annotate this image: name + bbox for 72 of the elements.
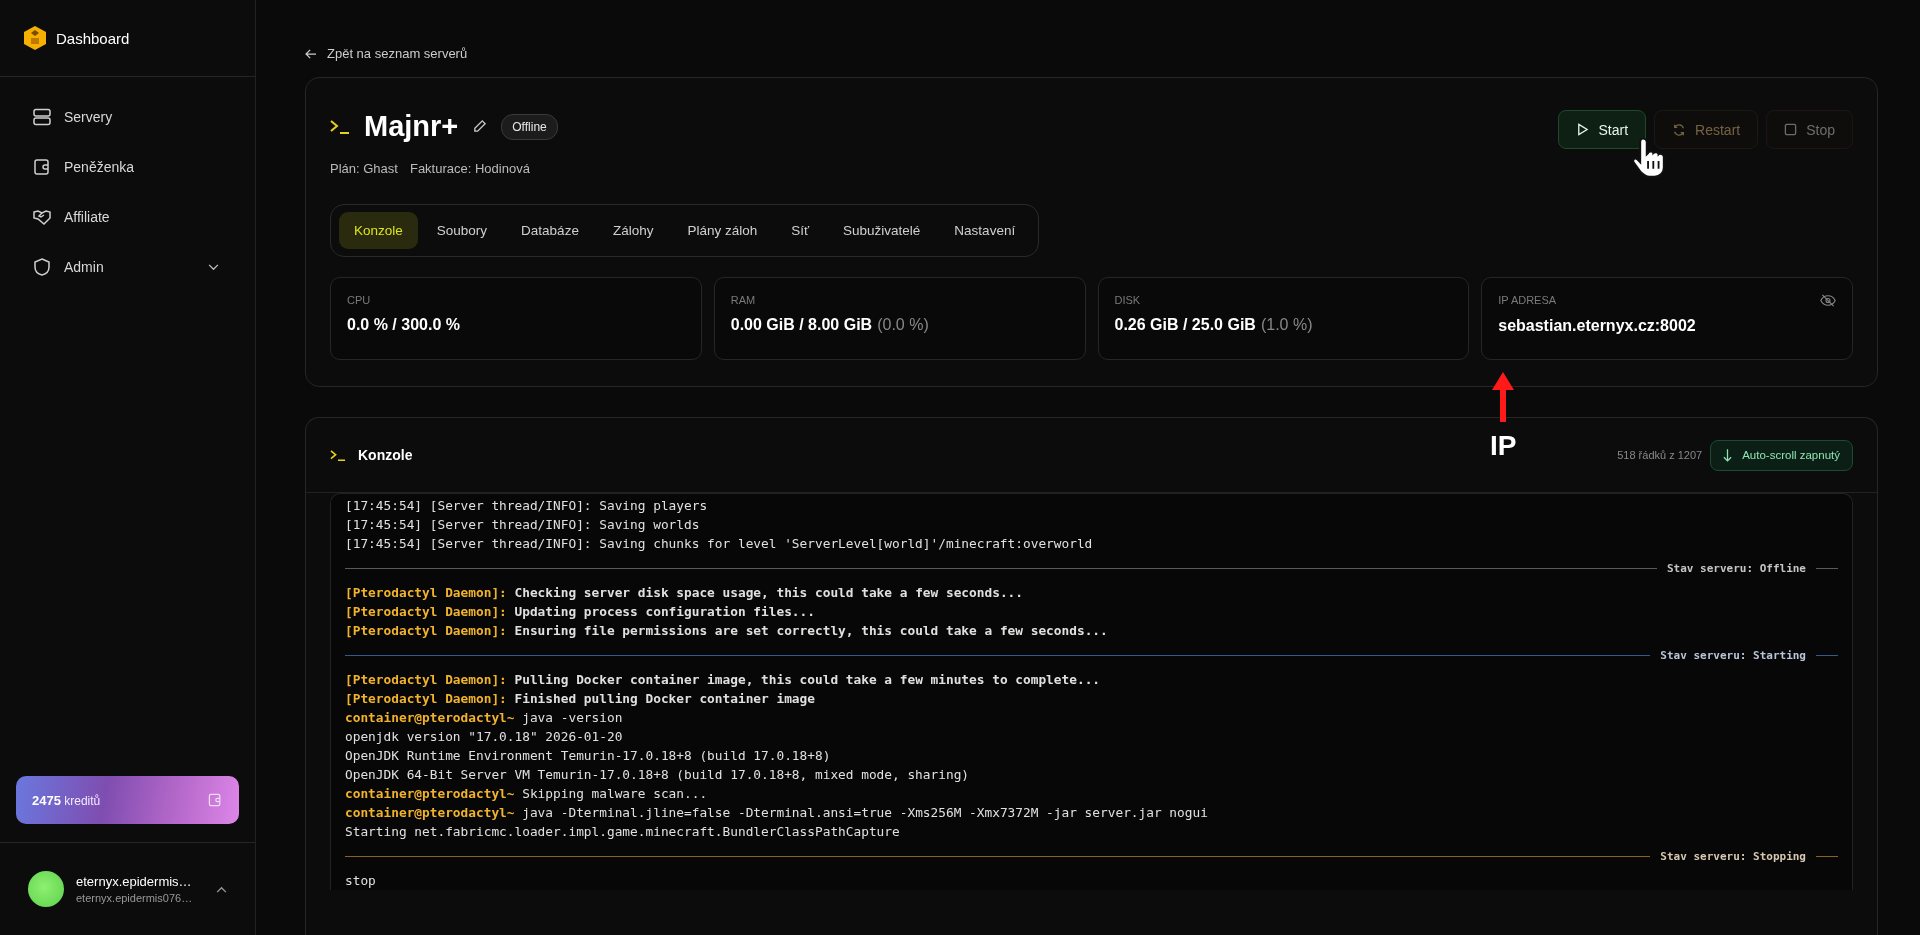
shield-icon: [32, 257, 52, 277]
console-line: OpenJDK 64-Bit Server VM Temurin-17.0.18+8 (build 17.0.18+8, mixed mode, sharing): [345, 766, 971, 784]
user-email: eternyx.epidermis076…: [76, 892, 194, 904]
stat-value: 0.00 GiB / 8.00 GiB (0.0 %): [730, 316, 930, 334]
nav-item[interactable]: Affiliate: [18, 195, 237, 239]
credits-card[interactable]: 2475 kreditů: [16, 776, 239, 824]
nav-item[interactable]: Admin: [18, 245, 237, 289]
status-badge: Offline: [501, 113, 558, 140]
console-line: OpenJDK Runtime Environment Temurin-17.0.18+8 (build 17.0.18+8): [345, 747, 832, 765]
billing-text: Fakturace: Hodinová: [409, 161, 530, 176]
console-line: [Pterodactyl Daemon]: Finished pulling Docker container image: [345, 690, 816, 708]
credits-amount: 2475 kreditů: [32, 792, 101, 808]
plan-text: Plán: Ghast: [330, 161, 398, 176]
console-line: [Pterodactyl Daemon]: Updating process configuration files...: [345, 603, 816, 621]
server-stack-icon: [32, 107, 52, 127]
annotation-label: IP: [1490, 430, 1517, 462]
user-name: eternyx.epidermis…: [76, 874, 193, 889]
back-link[interactable]: Zpět na seznam serverů: [305, 46, 468, 61]
tab[interactable]: Konzole: [339, 212, 418, 249]
eye-off-icon[interactable]: [1820, 294, 1836, 307]
autoscroll-button[interactable]: Auto-scroll zapnutý: [1710, 439, 1853, 471]
console-line: [17:45:54] [Server thread/INFO]: Saving worlds: [345, 516, 701, 534]
logo-icon: [24, 26, 46, 50]
console-line: [17:45:54] [Server thread/INFO]: Saving players: [345, 497, 709, 515]
stat-value: 0.26 GiB / 25.0 GiB (1.0 %): [1114, 316, 1314, 334]
console-title: Konzole: [358, 447, 413, 463]
console-line: [Pterodactyl Daemon]: Ensuring file permissions are set correctly, this could take a few seconds...: [345, 622, 1109, 640]
wallet-icon: [207, 792, 223, 808]
back-arrow-icon: [305, 48, 317, 59]
status-divider-label: Stav serveru: Starting: [1660, 648, 1806, 662]
server-name: Majnr+: [364, 110, 459, 143]
brand-name: Dashboard: [56, 29, 130, 47]
square-icon: [1784, 123, 1798, 136]
console-line: [Pterodactyl Daemon]: Pulling Docker container image, this could take a few minutes to complete...: [345, 671, 1102, 689]
console-line: container@pterodactyl~ java -Dterminal.jline=false -Dterminal.ansi=true -Xms256M -Xmx7372M -jar server.jar nogui: [345, 804, 1209, 822]
tab[interactable]: Zálohy: [597, 212, 669, 249]
nav-item[interactable]: Servery: [18, 95, 237, 139]
status-divider-label: Stav serveru: Offline: [1666, 561, 1806, 575]
tab[interactable]: Síť: [776, 212, 825, 249]
chevron-icon[interactable]: [216, 885, 227, 893]
console-line: [17:45:54] [Server thread/INFO]: Saving chunks for level 'ServerLevel[world]'/minecraft:overworld: [345, 535, 1094, 553]
stat-value: 0.0 % / 300.0 %: [347, 316, 461, 334]
start-button[interactable]: Start: [1558, 110, 1647, 149]
refresh-icon: [1672, 122, 1687, 137]
nav-item[interactable]: Peněženka: [18, 145, 237, 189]
line-count: 518 řádků z 1207: [1617, 449, 1703, 461]
tab[interactable]: Nastavení: [939, 212, 1031, 249]
arrow-annotation: [1491, 372, 1516, 422]
console-line: stop: [345, 872, 377, 890]
avatar: [28, 871, 64, 907]
stat-label: IP ADRESA: [1498, 294, 1557, 306]
tab[interactable]: Plány záloh: [672, 212, 773, 249]
console-line: container@pterodactyl~ java -version: [345, 709, 624, 727]
tab[interactable]: Soubory: [421, 212, 503, 249]
tab[interactable]: Subuživatelé: [828, 212, 936, 249]
stat-label: RAM: [730, 294, 756, 306]
console-line: openjdk version "17.0.18" 2026-01-20: [345, 728, 624, 746]
stat-value: sebastian.eternyx.cz:8002: [1498, 317, 1697, 335]
terminal-icon: [330, 119, 350, 134]
handshake-icon: [32, 207, 52, 227]
stat-label: DISK: [1114, 294, 1141, 306]
console-line: [Pterodactyl Daemon]: Checking server disk space usage, this could take a few seconds...: [345, 584, 1024, 602]
pencil-icon[interactable]: [472, 119, 488, 134]
play-icon: [1576, 123, 1590, 136]
down-arrow-icon: [1723, 447, 1733, 463]
terminal-icon: [330, 449, 346, 461]
console-line: container@pterodactyl~ Skipping malware scan...: [345, 785, 709, 803]
status-divider-label: Stav serveru: Stopping: [1660, 849, 1806, 863]
stat-label: CPU: [347, 294, 371, 306]
wallet-icon: [32, 157, 52, 177]
tab[interactable]: Databáze: [506, 212, 594, 249]
console-line: Starting net.fabricmc.loader.impl.game.minecraft.BundlerClassPathCapture: [345, 823, 901, 841]
